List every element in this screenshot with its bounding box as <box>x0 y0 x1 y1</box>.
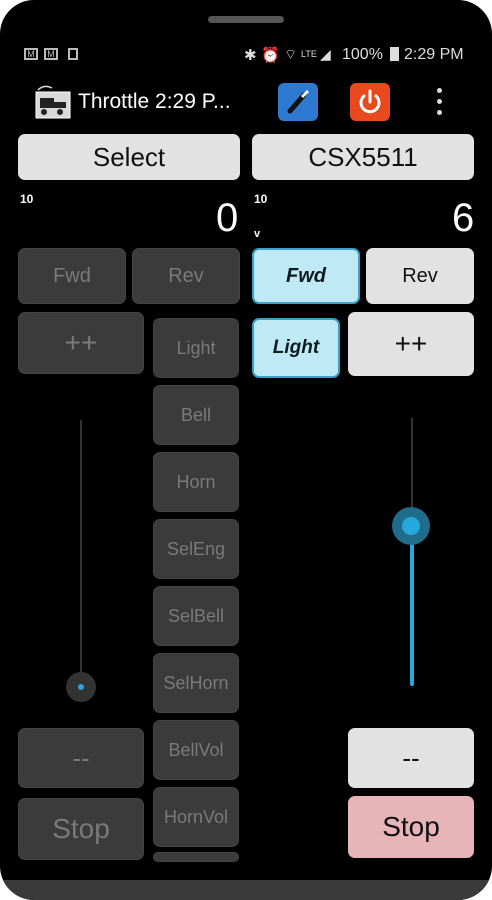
function-button-horn[interactable]: Horn <box>153 452 239 512</box>
wifi-icon: ⌔ <box>284 46 298 62</box>
mail-icon: M <box>44 48 58 60</box>
function-button-partial[interactable] <box>153 852 239 862</box>
right-speed-knob[interactable] <box>392 507 430 545</box>
power-button-icon[interactable] <box>278 83 318 121</box>
function-button-seleng[interactable]: SelEng <box>153 519 239 579</box>
left-rev-button[interactable]: Rev <box>132 248 240 304</box>
mail-icon: M <box>24 48 38 60</box>
left-select-button[interactable]: Select <box>18 134 240 180</box>
left-speed-steps: 10 <box>20 192 34 206</box>
right-select-button[interactable]: CSX5511 <box>252 134 474 180</box>
function-button-selbell[interactable]: SelBell <box>153 586 239 646</box>
app-logo-icon <box>34 84 72 120</box>
phone-frame: M M ✱ ⏰ ⌔ LTE ◢ 100% 2:29 PM Throttle 2:… <box>0 0 492 900</box>
phone-bottom-edge <box>0 880 492 900</box>
power-icon[interactable] <box>350 83 390 121</box>
function-button-light[interactable]: Light <box>153 318 239 378</box>
lte-icon: LTE <box>301 49 317 59</box>
right-speed-unit: v <box>254 228 261 240</box>
function-button-bell[interactable]: Bell <box>153 385 239 445</box>
status-bar: M M ✱ ⏰ ⌔ LTE ◢ 100% 2:29 PM <box>16 44 476 68</box>
function-button-selhorn[interactable]: SelHorn <box>153 653 239 713</box>
alarm-icon: ⏰ <box>261 47 280 64</box>
left-plus-button[interactable]: ++ <box>18 312 144 374</box>
left-minus-button[interactable]: -- <box>18 728 144 788</box>
left-speed-knob[interactable] <box>66 672 96 702</box>
left-speed-track <box>80 420 82 686</box>
function-button-bellvol[interactable]: BellVol <box>153 720 239 780</box>
signal-icon: ◢ <box>320 46 331 62</box>
bluetooth-icon: ✱ <box>244 47 257 64</box>
right-speed-value: 6 <box>452 196 475 240</box>
battery-icon <box>390 47 399 61</box>
app-title: Throttle 2:29 P... <box>78 90 231 113</box>
status-time: 2:29 PM <box>404 46 464 63</box>
battery-percent: 100% <box>342 46 383 63</box>
right-speed-steps: 10 <box>254 192 268 206</box>
right-fwd-button[interactable]: Fwd <box>252 248 360 304</box>
right-plus-button[interactable]: ++ <box>348 312 474 376</box>
right-light-button[interactable]: Light <box>252 318 340 378</box>
right-stop-button[interactable]: Stop <box>348 796 474 858</box>
right-rev-button[interactable]: Rev <box>366 248 474 304</box>
right-speed-fill <box>410 526 414 686</box>
speaker-grille <box>208 16 284 23</box>
overflow-menu-icon[interactable] <box>436 88 444 118</box>
sim-icon <box>68 48 78 60</box>
left-fwd-button[interactable]: Fwd <box>18 248 126 304</box>
left-speed-value: 0 <box>216 196 239 240</box>
right-minus-button[interactable]: -- <box>348 728 474 788</box>
left-stop-button[interactable]: Stop <box>18 798 144 860</box>
function-button-hornvol[interactable]: HornVol <box>153 787 239 847</box>
